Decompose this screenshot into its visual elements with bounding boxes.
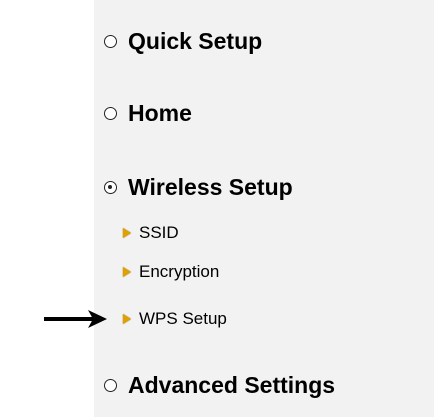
menu-item-label: Quick Setup xyxy=(128,27,263,54)
triangle-bullet-icon xyxy=(123,314,131,324)
submenu-item-label: WPS Setup xyxy=(139,309,227,328)
menu-item-label: Wireless Setup xyxy=(128,173,293,200)
radio-unselected-icon[interactable] xyxy=(104,34,117,48)
arrow-right-icon xyxy=(44,310,107,328)
submenu-item-label: SSID xyxy=(139,223,179,242)
menu-item-label: Advanced Settings xyxy=(128,371,336,398)
menu-item-wireless-setup[interactable]: Wireless Setup xyxy=(104,172,293,202)
radio-unselected-icon[interactable] xyxy=(104,378,117,392)
submenu-item-wps-setup[interactable]: WPS Setup xyxy=(123,309,227,329)
menu-item-advanced-settings[interactable]: Advanced Settings xyxy=(104,370,335,400)
radio-selected-icon[interactable] xyxy=(104,180,117,194)
menu-item-home[interactable]: Home xyxy=(104,98,192,128)
submenu-item-label: Encryption xyxy=(139,262,220,281)
menu-item-quick-setup[interactable]: Quick Setup xyxy=(104,26,262,56)
triangle-bullet-icon xyxy=(123,228,131,238)
submenu-item-encryption[interactable]: Encryption xyxy=(123,262,219,282)
menu-panel xyxy=(94,0,434,417)
router-menu-page: Quick Setup Home Wireless Setup SSID Enc… xyxy=(0,0,434,417)
submenu-item-ssid[interactable]: SSID xyxy=(123,223,179,243)
triangle-bullet-icon xyxy=(123,267,131,277)
radio-unselected-icon[interactable] xyxy=(104,106,117,120)
menu-item-label: Home xyxy=(128,99,192,126)
